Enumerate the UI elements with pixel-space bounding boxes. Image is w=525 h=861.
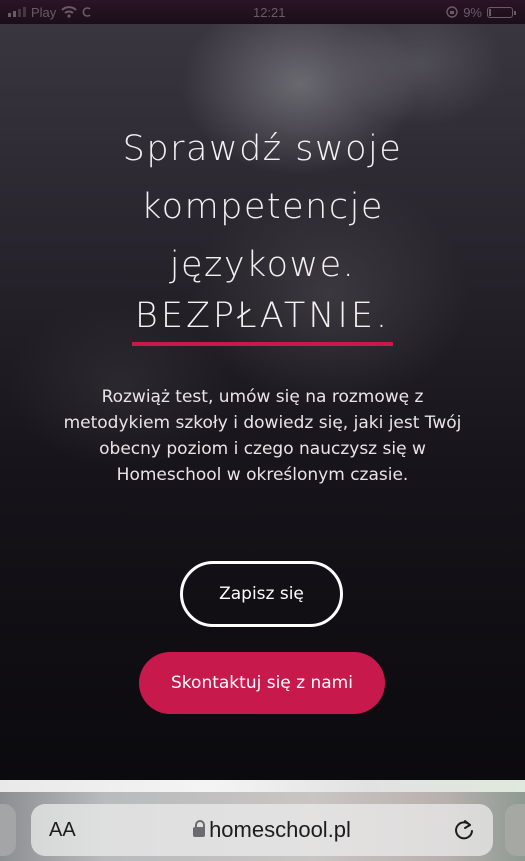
headline-line: Sprawdź swoje <box>122 129 403 169</box>
status-left: Play <box>8 5 92 20</box>
description-line: obecny poziom i czego nauczysz się w <box>99 439 426 459</box>
page-footer-strip <box>0 780 525 792</box>
browser-toolbar: AA homeschool.pl <box>0 792 525 861</box>
loading-icon <box>82 7 91 17</box>
headline-line: językowe. <box>169 245 356 285</box>
reload-icon <box>455 820 473 840</box>
carrier-label: Play <box>31 4 57 20</box>
wifi-icon <box>61 6 77 18</box>
text-size-button[interactable]: AA <box>49 819 109 842</box>
description-line: metodykiem szkoły i dowiedz się, jaki je… <box>63 413 462 433</box>
battery-percent: 9% <box>463 4 482 20</box>
status-right: 9% <box>446 4 516 20</box>
free-highlight: BEZPŁATNIE. <box>131 296 394 346</box>
contact-button[interactable]: Skontaktuj się z nami <box>139 652 385 714</box>
address-bar[interactable]: AA homeschool.pl <box>31 804 493 856</box>
lock-icon <box>193 819 206 839</box>
next-tab-edge[interactable] <box>505 804 525 856</box>
description-line: Rozwiąż test, umów się na rozmowę z <box>101 387 424 407</box>
headline-line: kompetencje <box>141 187 384 227</box>
hero-headline: Sprawdź swoje kompetencje językowe. <box>0 120 525 294</box>
battery-icon <box>486 6 516 18</box>
url-text: homeschool.pl <box>209 817 351 842</box>
status-bar: Play 12:21 9% <box>0 0 525 24</box>
hero-description: Rozwiąż test, umów się na rozmowę z meto… <box>40 384 485 488</box>
signup-button[interactable]: Zapisz się <box>180 561 343 627</box>
signal-icon <box>8 7 26 17</box>
orientation-lock-icon <box>446 6 458 18</box>
reload-button[interactable] <box>435 819 475 841</box>
highlight-wrapper: BEZPŁATNIE. <box>0 296 525 346</box>
hero-section: Sprawdź swoje kompetencje językowe. BEZP… <box>0 24 525 780</box>
url-display[interactable]: homeschool.pl <box>109 817 435 843</box>
description-line: Homeschool w określonym czasie. <box>116 465 409 485</box>
previous-tab-edge[interactable] <box>0 804 16 856</box>
clock: 12:21 <box>252 4 286 20</box>
